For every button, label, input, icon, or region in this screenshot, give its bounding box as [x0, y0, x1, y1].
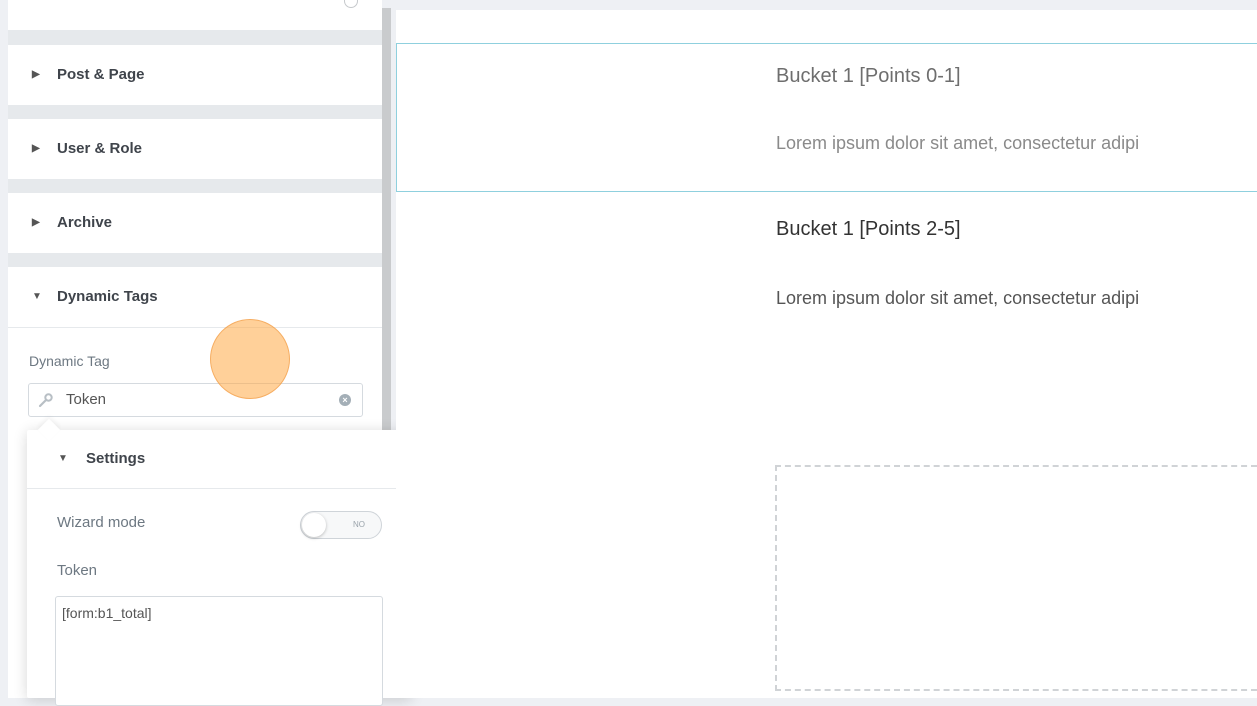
toggle-knob	[302, 513, 326, 537]
dynamic-tag-field[interactable]: Token ×	[28, 383, 363, 417]
clear-tag-icon[interactable]: ×	[339, 394, 351, 406]
caret-down-icon: ▼	[32, 291, 42, 302]
wizard-mode-toggle[interactable]: NO	[300, 511, 382, 539]
page-canvas: Bucket 1 [Points 0-1] Lorem ipsum dolor …	[396, 10, 1257, 698]
caret-down-icon: ▼	[58, 453, 68, 464]
click-indicator	[210, 319, 290, 399]
section-dynamic-tags-header[interactable]: ▼ Dynamic Tags	[8, 267, 382, 328]
bucket-1-text[interactable]: Lorem ipsum dolor sit amet, consectetur …	[776, 133, 1139, 154]
caret-right-icon: ▶	[32, 217, 40, 228]
bucket-2-text[interactable]: Lorem ipsum dolor sit amet, consectetur …	[776, 288, 1139, 309]
bucket-1-heading[interactable]: Bucket 1 [Points 0-1]	[776, 65, 961, 88]
bucket-2-heading[interactable]: Bucket 1 [Points 2-5]	[776, 218, 961, 241]
empty-drop-zone[interactable]	[775, 465, 1257, 691]
settings-popover: ▼ Settings Wizard mode NO Token [form:b1…	[27, 418, 411, 706]
section-partial-top	[8, 0, 382, 30]
section-archive[interactable]: ▶ Archive	[8, 193, 382, 253]
section-label: Post & Page	[57, 66, 145, 83]
section-user-role[interactable]: ▶ User & Role	[8, 119, 382, 179]
settings-header[interactable]: ▼ Settings	[27, 430, 411, 489]
wrench-icon	[38, 393, 53, 408]
section-label: Archive	[57, 214, 113, 231]
dynamic-tag-value: Token	[66, 391, 107, 408]
section-label: Dynamic Tags	[57, 288, 158, 305]
token-input[interactable]: [form:b1_total]	[55, 596, 383, 706]
dynamic-tag-label: Dynamic Tag	[29, 353, 110, 369]
caret-right-icon: ▶	[32, 143, 40, 154]
toggle-state-text: NO	[353, 520, 365, 529]
wizard-mode-label: Wizard mode	[57, 514, 146, 531]
caret-right-icon: ▶	[32, 69, 40, 80]
settings-title: Settings	[86, 450, 146, 467]
info-icon	[344, 0, 358, 8]
section-post-page[interactable]: ▶ Post & Page	[8, 45, 382, 105]
token-label: Token	[57, 562, 98, 579]
section-label: User & Role	[57, 140, 143, 157]
